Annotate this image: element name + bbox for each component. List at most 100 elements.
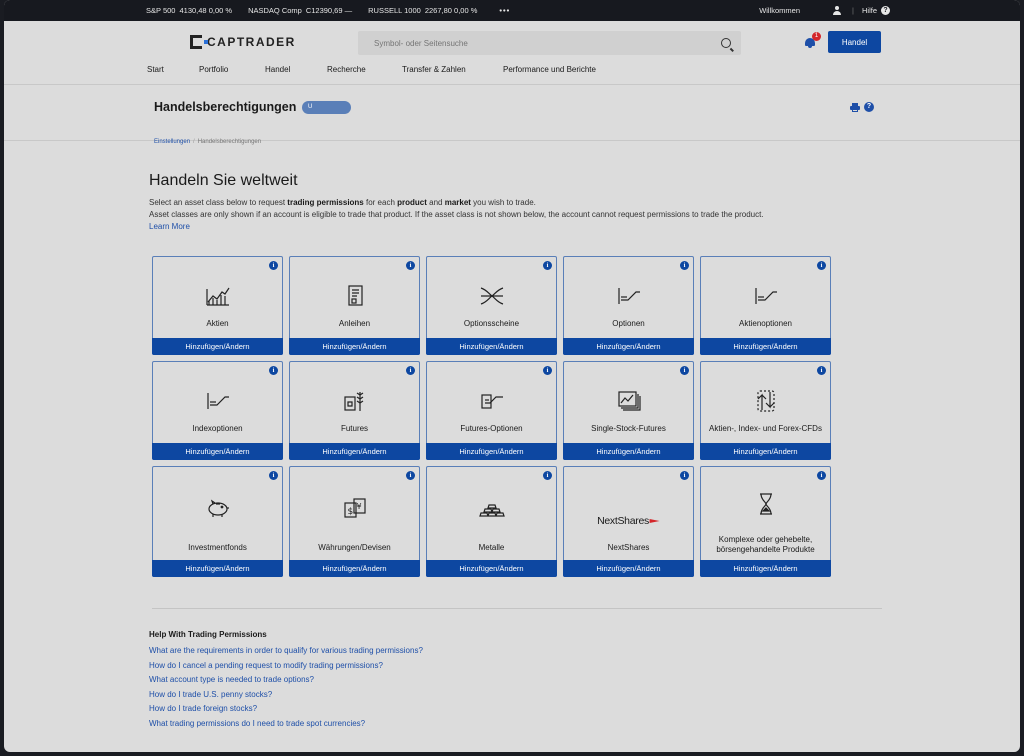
account-selector[interactable]: U	[302, 101, 351, 114]
search-input[interactable]	[374, 38, 721, 48]
bond-document-icon	[342, 285, 368, 307]
print-icon[interactable]	[850, 103, 860, 112]
help-link-account-type[interactable]: What account type is needed to trade opt…	[149, 674, 423, 689]
info-icon[interactable]: i	[406, 261, 415, 270]
option-payoff-icon	[616, 285, 642, 307]
add-change-button[interactable]: Hinzufügen/Ändern	[563, 338, 694, 355]
info-icon[interactable]: i	[680, 366, 689, 375]
add-change-button[interactable]: Hinzufügen/Ändern	[563, 443, 694, 460]
help-link-penny-stocks[interactable]: How do I trade U.S. penny stocks?	[149, 689, 423, 704]
asset-card-metalle[interactable]: i Metalle Hinzufügen/Ändern	[426, 466, 557, 577]
stacked-charts-icon	[616, 390, 642, 412]
info-icon[interactable]: i	[817, 261, 826, 270]
asset-card-complex-products[interactable]: i Komplexe oder gehebelte, börsengehande…	[700, 466, 831, 577]
add-change-button[interactable]: Hinzufügen/Ändern	[289, 443, 420, 460]
ticker-more-button[interactable]: •••	[499, 6, 510, 15]
info-icon[interactable]: i	[817, 366, 826, 375]
card-label: NextShares	[607, 543, 650, 552]
nav-item-start[interactable]: Start	[147, 65, 199, 74]
captrader-logo[interactable]: CAPTRADER	[190, 35, 296, 49]
asset-card-aktien[interactable]: i Aktien Hinzufügen/Ändern	[152, 256, 283, 355]
card-label: Aktienoptionen	[739, 319, 792, 328]
nav-item-handel[interactable]: Handel	[265, 65, 327, 74]
page-help-icon[interactable]: ?	[864, 102, 874, 112]
app-window: S&P 500 4130,48 0,00 % NASDAQ Comp C12390,…	[4, 0, 1020, 752]
info-icon[interactable]: i	[269, 261, 278, 270]
asset-card-aktienoptionen[interactable]: i Aktienoptionen Hinzufügen/Ändern	[700, 256, 831, 355]
add-change-button[interactable]: Hinzufügen/Ändern	[152, 443, 283, 460]
info-icon[interactable]: i	[817, 471, 826, 480]
nextshares-arrow-icon	[649, 519, 660, 524]
captrader-logo-mark-icon	[190, 35, 208, 49]
info-icon[interactable]: i	[680, 471, 689, 480]
nav-item-portfolio[interactable]: Portfolio	[199, 65, 265, 74]
info-icon[interactable]: i	[269, 471, 278, 480]
info-icon[interactable]: i	[543, 366, 552, 375]
gold-bars-icon	[478, 497, 505, 519]
ticker-russell[interactable]: RUSSELL 1000 2267,80 0,00 %	[368, 6, 477, 15]
piggy-bank-icon	[205, 497, 231, 519]
asset-card-optionen[interactable]: i Optionen Hinzufügen/Ändern	[563, 256, 694, 355]
asset-card-indexoptionen[interactable]: i Indexoptionen Hinzufügen/Ändern	[152, 361, 283, 460]
add-change-button[interactable]: Hinzufügen/Ändern	[700, 443, 831, 460]
exchange-arrows-icon	[753, 390, 779, 412]
info-icon[interactable]: i	[269, 366, 278, 375]
asset-card-single-stock-futures[interactable]: i Single-Stock-Futures Hinzufügen/Ändern	[563, 361, 694, 460]
asset-card-cfds[interactable]: i Aktien-, Index- und Forex-CFDs Hinzufü…	[700, 361, 831, 460]
help-link-foreign-stocks[interactable]: How do I trade foreign stocks?	[149, 703, 423, 718]
card-label: Futures-Optionen	[460, 424, 523, 433]
info-icon[interactable]: i	[680, 261, 689, 270]
asset-card-nextshares[interactable]: i NextShares NextShares Hinzufügen/Änder…	[563, 466, 694, 577]
info-icon[interactable]: i	[543, 261, 552, 270]
add-change-button[interactable]: Hinzufügen/Ändern	[289, 560, 420, 577]
info-icon[interactable]: i	[406, 366, 415, 375]
currency-notes-icon: $ ¥	[342, 497, 368, 519]
add-change-button[interactable]: Hinzufügen/Ändern	[426, 560, 557, 577]
help-links-list: What are the requirements in order to qu…	[149, 645, 423, 733]
user-icon[interactable]	[832, 5, 842, 16]
asset-card-futures[interactable]: i Futures Hinzufügen/Ändern	[289, 361, 420, 460]
add-change-button[interactable]: Hinzufügen/Ändern	[426, 338, 557, 355]
asset-card-optionsscheine[interactable]: i Optionsscheine Hinzufügen/Ändern	[426, 256, 557, 355]
help-link-spot-currencies[interactable]: What trading permissions do I need to tr…	[149, 718, 423, 733]
nav-item-transfer[interactable]: Transfer & Zahlen	[402, 65, 503, 74]
add-change-button[interactable]: Hinzufügen/Ändern	[426, 443, 557, 460]
main-nav: Start Portfolio Handel Recherche Transfe…	[147, 65, 596, 74]
nav-item-performance[interactable]: Performance und Berichte	[503, 65, 596, 74]
card-label: Aktien-, Index- und Forex-CFDs	[709, 424, 822, 433]
info-icon[interactable]: i	[543, 471, 552, 480]
ticker-sp500[interactable]: S&P 500 4130,48 0,00 %	[146, 6, 232, 15]
asset-class-grid: i Aktien Hinzufügen/Ändern i Anleihen Hi…	[152, 256, 831, 577]
help-link-cancel-request[interactable]: How do I cancel a pending request to mod…	[149, 660, 423, 675]
add-change-button[interactable]: Hinzufügen/Ändern	[700, 338, 831, 355]
breadcrumb-current: Handelsberechtigungen	[197, 139, 262, 145]
brand-name: CAPTRADER	[207, 35, 296, 49]
help-link-requirements[interactable]: What are the requirements in order to qu…	[149, 645, 423, 660]
help-link[interactable]: Hilfe	[862, 6, 877, 15]
nextshares-logo: NextShares	[597, 515, 660, 527]
breadcrumb-settings-link[interactable]: Einstellungen	[154, 139, 190, 145]
info-icon[interactable]: i	[406, 471, 415, 480]
asset-card-anleihen[interactable]: i Anleihen Hinzufügen/Ändern	[289, 256, 420, 355]
section-title: Handeln Sie weltweit	[149, 172, 298, 189]
intro-text: Select an asset class below to request t…	[149, 198, 764, 233]
card-label: Komplexe oder gehebelte, börsengehandelt…	[716, 535, 815, 554]
notifications-bell-icon[interactable]: 1	[804, 32, 821, 48]
asset-card-investmentfonds[interactable]: i Investmentfonds Hinzufügen/Ändern	[152, 466, 283, 577]
add-change-button[interactable]: Hinzufügen/Ändern	[152, 338, 283, 355]
asset-card-futures-optionen[interactable]: i Futures-Optionen Hinzufügen/Ändern	[426, 361, 557, 460]
warrant-cross-icon	[479, 285, 505, 307]
help-circle-icon[interactable]: ?	[881, 6, 890, 15]
add-change-button[interactable]: Hinzufügen/Ändern	[289, 338, 420, 355]
ticker-nasdaq[interactable]: NASDAQ Comp C12390,69 —	[248, 6, 352, 15]
add-change-button[interactable]: Hinzufügen/Ändern	[563, 560, 694, 577]
trade-button[interactable]: Handel	[828, 31, 881, 53]
asset-card-waehrungen[interactable]: i $ ¥ Währungen/Devisen Hinzufügen/Ändern	[289, 466, 420, 577]
search-icon[interactable]	[721, 38, 731, 48]
card-label: Metalle	[478, 543, 505, 552]
add-change-button[interactable]: Hinzufügen/Ändern	[152, 560, 283, 577]
search-box[interactable]	[358, 31, 741, 55]
add-change-button[interactable]: Hinzufügen/Ändern	[700, 560, 831, 577]
learn-more-link[interactable]: Learn More	[149, 221, 764, 233]
nav-item-recherche[interactable]: Recherche	[327, 65, 402, 74]
